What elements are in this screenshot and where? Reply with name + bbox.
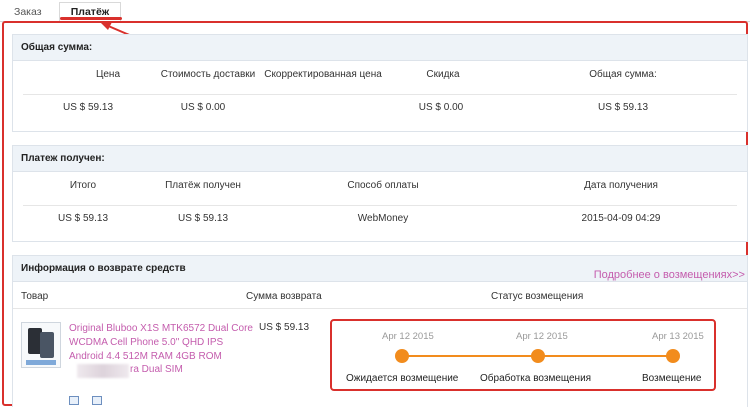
blurred-text <box>77 364 129 378</box>
timeline-dot-1 <box>395 349 409 363</box>
divider <box>13 308 747 309</box>
product-action-icons <box>69 396 112 407</box>
col-header-price: Цена <box>95 69 121 80</box>
col-header-total: Общая сумма: <box>589 69 657 80</box>
col-header-refund-amount: Сумма возврата <box>246 291 322 302</box>
timeline-label-3: Возмещение <box>642 373 702 384</box>
col-header-discount: Скидка <box>426 69 460 80</box>
snapshot-icon[interactable] <box>69 396 79 405</box>
value-shipping: US $ 0.00 <box>180 102 226 113</box>
col-header-payment-method: Способ оплаты <box>347 180 419 191</box>
refund-title: Информация о возврате средств <box>21 263 186 274</box>
col-header-product: Товар <box>21 291 49 302</box>
payment-panel-title: Платеж получен: <box>13 146 747 172</box>
timeline-date-1: Apr 12 2015 <box>382 331 434 342</box>
col-header-receipt-date: Дата получения <box>584 180 658 191</box>
refund-panel-title: Информация о возврате средств Подробнее … <box>13 256 747 282</box>
timeline-label-2: Обработка возмещения <box>480 373 592 384</box>
value-price: US $ 59.13 <box>62 102 114 113</box>
timeline-date-2: Apr 12 2015 <box>516 331 568 342</box>
value-receipt-date: 2015-04-09 04:29 <box>581 213 661 224</box>
product-name: Original Bluboo X1S MTK6572 Dual Core WC… <box>69 323 253 362</box>
value-subtotal: US $ 59.13 <box>57 213 109 224</box>
timeline-date-3: Apr 13 2015 <box>652 331 704 342</box>
total-panel: Общая сумма: Цена Стоимость доставки Ско… <box>12 34 748 132</box>
refund-status-timeline: Apr 12 2015 Apr 12 2015 Apr 13 2015 Ожид… <box>330 319 716 391</box>
value-payment-received: US $ 59.13 <box>177 213 229 224</box>
phone-image <box>40 332 54 358</box>
divider <box>23 205 737 206</box>
tab-order[interactable]: Заказ <box>14 4 42 22</box>
value-total: US $ 59.13 <box>597 102 649 113</box>
col-header-adjusted-price: Скорректированная цена <box>264 69 382 80</box>
timeline-dot-2 <box>531 349 545 363</box>
divider <box>23 94 737 95</box>
total-panel-title: Общая сумма: <box>13 35 747 61</box>
col-header-shipping: Стоимость доставки <box>160 69 256 80</box>
refund-details-link[interactable]: Подробнее о возмещениях>> <box>594 262 745 288</box>
value-discount: US $ 0.00 <box>418 102 464 113</box>
refund-panel: Информация о возврате средств Подробнее … <box>12 255 748 407</box>
value-refund-amount: US $ 59.13 <box>259 322 310 333</box>
col-header-refund-status: Статус возмещения <box>491 291 584 302</box>
col-header-payment-received: Платёж получен <box>165 180 241 191</box>
payment-panel: Платеж получен: Итого Платёж получен Спо… <box>12 145 748 242</box>
value-payment-method: WebMoney <box>357 213 409 224</box>
timeline-dot-3 <box>666 349 680 363</box>
product-thumbnail[interactable] <box>21 322 61 368</box>
product-name-tail[interactable]: ra Dual SIM <box>130 364 183 375</box>
timeline-label-1: Ожидается возмещение <box>346 373 459 384</box>
calendar-icon[interactable] <box>91 396 102 405</box>
box-label <box>26 360 56 365</box>
product-name-link[interactable]: Original Bluboo X1S MTK6572 Dual Core WC… <box>69 322 257 364</box>
col-header-subtotal: Итого <box>69 180 97 191</box>
